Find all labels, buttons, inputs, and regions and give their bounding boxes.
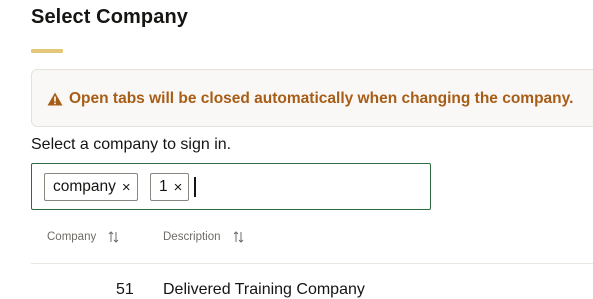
warning-banner: Open tabs will be closed automatically w… <box>31 69 593 127</box>
warning-triangle-icon <box>47 92 63 106</box>
filter-chip-label: company <box>53 178 116 195</box>
filter-chip-company[interactable]: company × <box>44 173 138 201</box>
text-caret <box>194 177 196 197</box>
sort-arrows-icon[interactable] <box>233 231 244 243</box>
sort-arrows-icon[interactable] <box>108 231 119 243</box>
close-icon[interactable]: × <box>122 179 131 196</box>
table-header-divider <box>31 263 593 264</box>
title-accent-bar <box>31 49 63 53</box>
filter-chip-value[interactable]: 1 × <box>150 173 190 201</box>
company-filter-input[interactable]: company × 1 × <box>31 163 431 210</box>
close-icon[interactable]: × <box>174 179 183 196</box>
page-title: Select Company <box>31 6 189 28</box>
column-header-description[interactable]: Description <box>163 231 244 243</box>
column-header-company[interactable]: Company <box>47 231 119 243</box>
column-header-label: Description <box>163 231 221 243</box>
cell-company-id: 51 <box>116 281 134 298</box>
filter-chip-label: 1 <box>159 178 168 195</box>
column-header-label: Company <box>47 231 97 243</box>
instruction-text: Select a company to sign in. <box>31 136 232 153</box>
warning-message: Open tabs will be closed automatically w… <box>69 90 574 107</box>
cell-description: Delivered Training Company <box>163 281 365 298</box>
